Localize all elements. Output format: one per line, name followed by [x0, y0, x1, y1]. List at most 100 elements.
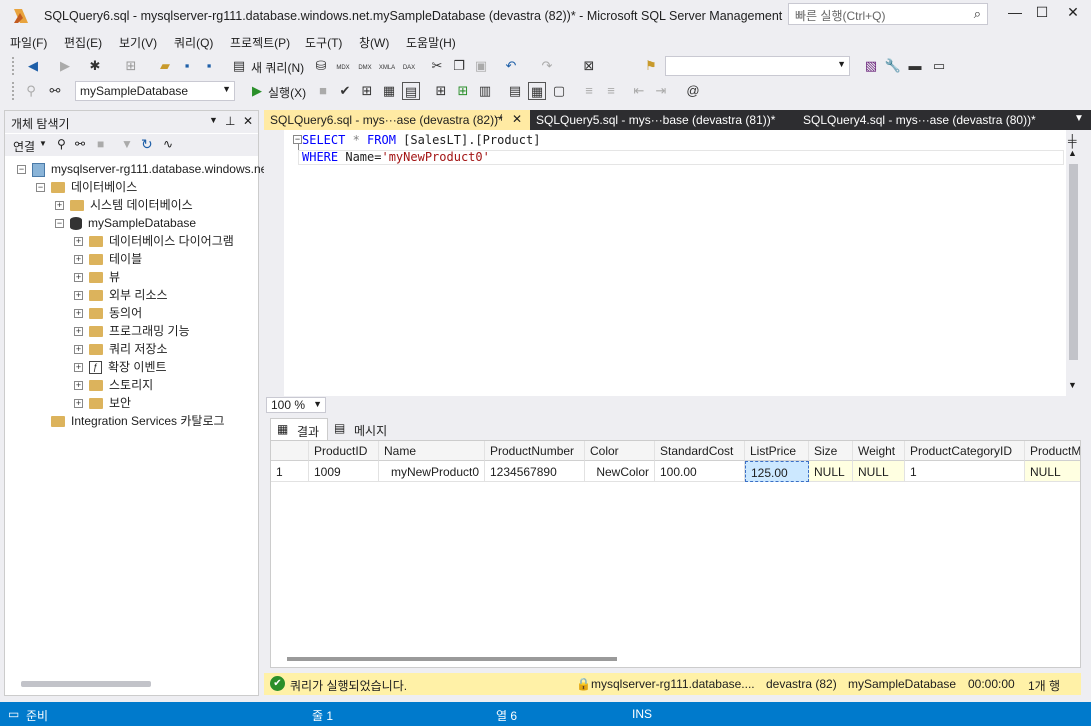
toolbar-grip[interactable] — [12, 57, 16, 75]
grid-column-header[interactable]: ProductCategoryID — [905, 441, 1025, 461]
expand-icon[interactable]: + — [74, 381, 83, 391]
menu-tools[interactable]: 도구(T) — [305, 34, 342, 51]
close-icon[interactable]: ✕ — [243, 114, 253, 128]
tree-node[interactable]: + 데이터베이스 다이어그램 — [74, 232, 234, 250]
close-window-button[interactable]: ✕ — [1058, 4, 1088, 24]
expand-icon[interactable]: + — [55, 201, 64, 211]
grid-cell[interactable]: NULL — [853, 461, 905, 482]
scroll-up-icon[interactable]: ▲ — [1068, 148, 1077, 158]
tree-node[interactable]: + 테이블 — [74, 250, 142, 268]
grid-column-header[interactable]: Size — [809, 441, 853, 461]
menu-view[interactable]: 보기(V) — [119, 34, 157, 51]
change-connection-icon[interactable]: ⚯ — [46, 82, 64, 100]
split-icon[interactable]: ╪ — [1068, 134, 1077, 148]
open-file-icon[interactable]: ▰ — [156, 57, 174, 75]
grid-cell[interactable]: 125.00 — [745, 461, 809, 482]
tab-results[interactable]: ▦ 결과 — [270, 418, 328, 440]
client-statistics-icon[interactable]: ▥ — [476, 82, 494, 100]
grid-column-header[interactable]: ListPrice — [745, 441, 809, 461]
tree-node[interactable]: + 외부 리소스 — [74, 286, 168, 304]
toolbar-grip[interactable] — [12, 82, 16, 100]
menu-project[interactable]: 프로젝트(P) — [230, 34, 290, 51]
paste-icon[interactable]: ▣ — [472, 57, 490, 75]
grid-cell[interactable]: 100.00 — [655, 461, 745, 482]
tree-node[interactable]: + 프로그래밍 기능 — [74, 322, 190, 340]
collapse-icon[interactable]: − — [17, 165, 26, 175]
collapse-icon[interactable]: − — [55, 219, 64, 229]
new-project-icon[interactable]: ✱ — [86, 57, 104, 75]
copy-icon[interactable]: ❐ — [450, 57, 468, 75]
maximize-button[interactable]: ☐ — [1027, 4, 1057, 24]
grid-column-header[interactable]: ProductID — [309, 441, 379, 461]
refresh-icon[interactable]: ↻ — [141, 136, 153, 153]
find-in-files-icon[interactable]: ⚑ — [642, 57, 660, 75]
grid-column-header[interactable]: ProductNumber — [485, 441, 585, 461]
quick-launch-input[interactable]: 빠른 실행(Ctrl+Q) ⌕ — [788, 3, 988, 25]
stop-icon[interactable]: ■ — [97, 137, 104, 151]
zoom-select[interactable]: 100 % ▼ — [266, 397, 326, 413]
pin-tab-icon[interactable]: ⊣ — [494, 113, 503, 124]
results-to-text-icon[interactable]: ▤ — [506, 82, 524, 100]
find-combo[interactable]: ▼ — [665, 56, 850, 76]
grid-column-header[interactable]: StandardCost — [655, 441, 745, 461]
new-query-icon[interactable]: ▤ — [230, 57, 248, 75]
new-query-button[interactable]: 새 쿼리(N) — [251, 59, 304, 76]
mdx-query-icon[interactable]: MDX — [334, 55, 352, 73]
grid-row-number[interactable]: 1 — [271, 461, 309, 482]
tree-node[interactable]: + 보안 — [74, 394, 131, 412]
expand-icon[interactable]: + — [74, 291, 83, 301]
tree-node[interactable]: Integration Services 카탈로그 — [36, 412, 225, 430]
expand-icon[interactable]: + — [74, 273, 83, 283]
expand-icon[interactable]: + — [74, 237, 83, 247]
collapse-icon[interactable]: − — [36, 183, 45, 193]
decrease-indent-icon[interactable]: ⇤ — [630, 82, 648, 100]
results-grid-icon[interactable]: ▦ — [528, 82, 546, 100]
sql-editor[interactable]: − SELECT * FROM [SalesLT].[Product] WHER… — [264, 130, 1081, 396]
tab-overflow-icon[interactable]: ▼ — [1074, 113, 1084, 124]
available-databases-select[interactable]: mySampleDatabase ▼ — [75, 81, 235, 101]
cut-icon[interactable]: ✂ — [428, 57, 446, 75]
chevron-down-icon[interactable]: ▼ — [39, 139, 47, 148]
add-item-icon[interactable]: ⊞ — [122, 57, 140, 75]
grid-corner-cell[interactable] — [271, 441, 309, 461]
menu-window[interactable]: 창(W) — [359, 34, 389, 51]
uncomment-lines-icon[interactable]: ≡ — [602, 82, 620, 100]
redo-icon[interactable]: ↷ — [538, 57, 556, 75]
dmx-query-icon[interactable]: DMX — [356, 55, 374, 73]
live-query-stats-icon[interactable]: ⊞ — [454, 82, 472, 100]
grid-cell[interactable]: 1009 — [309, 461, 379, 482]
scroll-down-icon[interactable]: ▼ — [1068, 380, 1077, 390]
grid-column-header[interactable]: Color — [585, 441, 655, 461]
expand-icon[interactable]: + — [74, 327, 83, 337]
query-designer-icon[interactable]: ▦ — [380, 82, 398, 100]
registered-servers-icon[interactable]: ▧ — [862, 57, 880, 75]
results-to-file-icon[interactable]: ▢ — [550, 82, 568, 100]
xmla-query-icon[interactable]: XMLA — [378, 55, 396, 73]
parse-check-icon[interactable]: ✔ — [336, 82, 354, 100]
database-engine-query-icon[interactable]: ⛁ — [312, 57, 330, 75]
editor-vertical-scrollbar[interactable]: ╪ ▲ ▼ — [1066, 130, 1081, 396]
connect-dropdown-button[interactable]: 연결 — [13, 138, 35, 155]
grid-column-header[interactable]: Name — [379, 441, 485, 461]
disconnect-icon[interactable]: ⚯ — [75, 137, 85, 151]
expand-icon[interactable]: + — [74, 309, 83, 319]
tab-messages[interactable]: ▤ 메시지 — [330, 418, 396, 440]
grid-cell[interactable]: 1234567890 — [485, 461, 585, 482]
menu-help[interactable]: 도움말(H) — [406, 34, 456, 51]
results-to-grid-icon[interactable]: ▤ — [402, 82, 420, 100]
connect-icon[interactable]: ⚲ — [22, 82, 40, 100]
expand-icon[interactable]: + — [74, 255, 83, 265]
grid-column-header[interactable]: Weight — [853, 441, 905, 461]
grid-cell[interactable]: 1 — [905, 461, 1025, 482]
horizontal-scrollbar[interactable] — [21, 681, 151, 687]
filter-icon[interactable]: ▼ — [121, 137, 133, 151]
tree-node[interactable]: − mysqlserver-rg111.database.windows.net — [17, 160, 271, 178]
tree-node[interactable]: + 뷰 — [74, 268, 120, 286]
tree-node[interactable]: + 시스템 데이터베이스 — [55, 196, 193, 214]
include-actual-plan-icon[interactable]: ⊞ — [432, 82, 450, 100]
tree-node[interactable]: + 동의어 — [74, 304, 142, 322]
properties-wrench-icon[interactable]: 🔧 — [884, 57, 902, 75]
tree-node[interactable]: + ƒ 확장 이벤트 — [74, 358, 167, 376]
tab-sqlquery6[interactable]: SQLQuery6.sql - mys···ase (devastra (82)… — [264, 110, 530, 130]
menu-file[interactable]: 파일(F) — [10, 34, 47, 51]
